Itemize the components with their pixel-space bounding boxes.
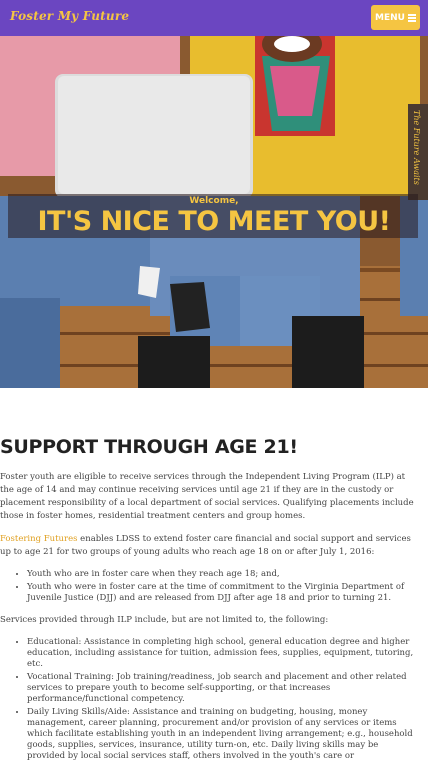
fostering-futures-link[interactable]: Fostering Futures — [0, 534, 77, 544]
section-heading: SUPPORT THROUGH AGE 21! — [0, 436, 298, 458]
eligible-groups-list: Youth who are in foster care when they r… — [0, 569, 416, 604]
intro-paragraph: Foster youth are eligible to receive ser… — [0, 472, 414, 521]
list-item: Vocational Training: Job training/readin… — [27, 672, 416, 705]
hero-banner: The Future Awaits Welcome, IT'S NICE TO … — [0, 36, 428, 388]
hamburger-icon — [407, 14, 416, 22]
side-tab-text: The Future Awaits — [412, 110, 421, 185]
services-intro: Services provided through ILP include, b… — [0, 615, 329, 625]
list-item: Educational: Assistance in completing hi… — [27, 637, 416, 670]
side-tab[interactable]: The Future Awaits — [408, 104, 428, 200]
services-list: Educational: Assistance in completing hi… — [0, 637, 416, 762]
list-item: Youth who are in foster care when they r… — [27, 569, 416, 580]
list-item: Daily Living Skills/Aide: Assistance and… — [27, 707, 416, 762]
fostering-paragraph: Fostering Futures enables LDSS to extend… — [0, 533, 416, 559]
list-item: Youth who were in foster care at the tim… — [27, 582, 416, 604]
hero-title: IT'S NICE TO MEET YOU! — [37, 206, 392, 237]
menu-button-label: MENU — [375, 12, 405, 23]
menu-button[interactable]: MENU — [371, 5, 420, 30]
top-navigation-bar: Foster My Future MENU — [0, 0, 428, 36]
site-logo[interactable]: Foster My Future — [10, 9, 129, 23]
main-content: SUPPORT THROUGH AGE 21! Foster youth are… — [0, 436, 416, 772]
hero-welcome: Welcome, — [189, 196, 239, 206]
